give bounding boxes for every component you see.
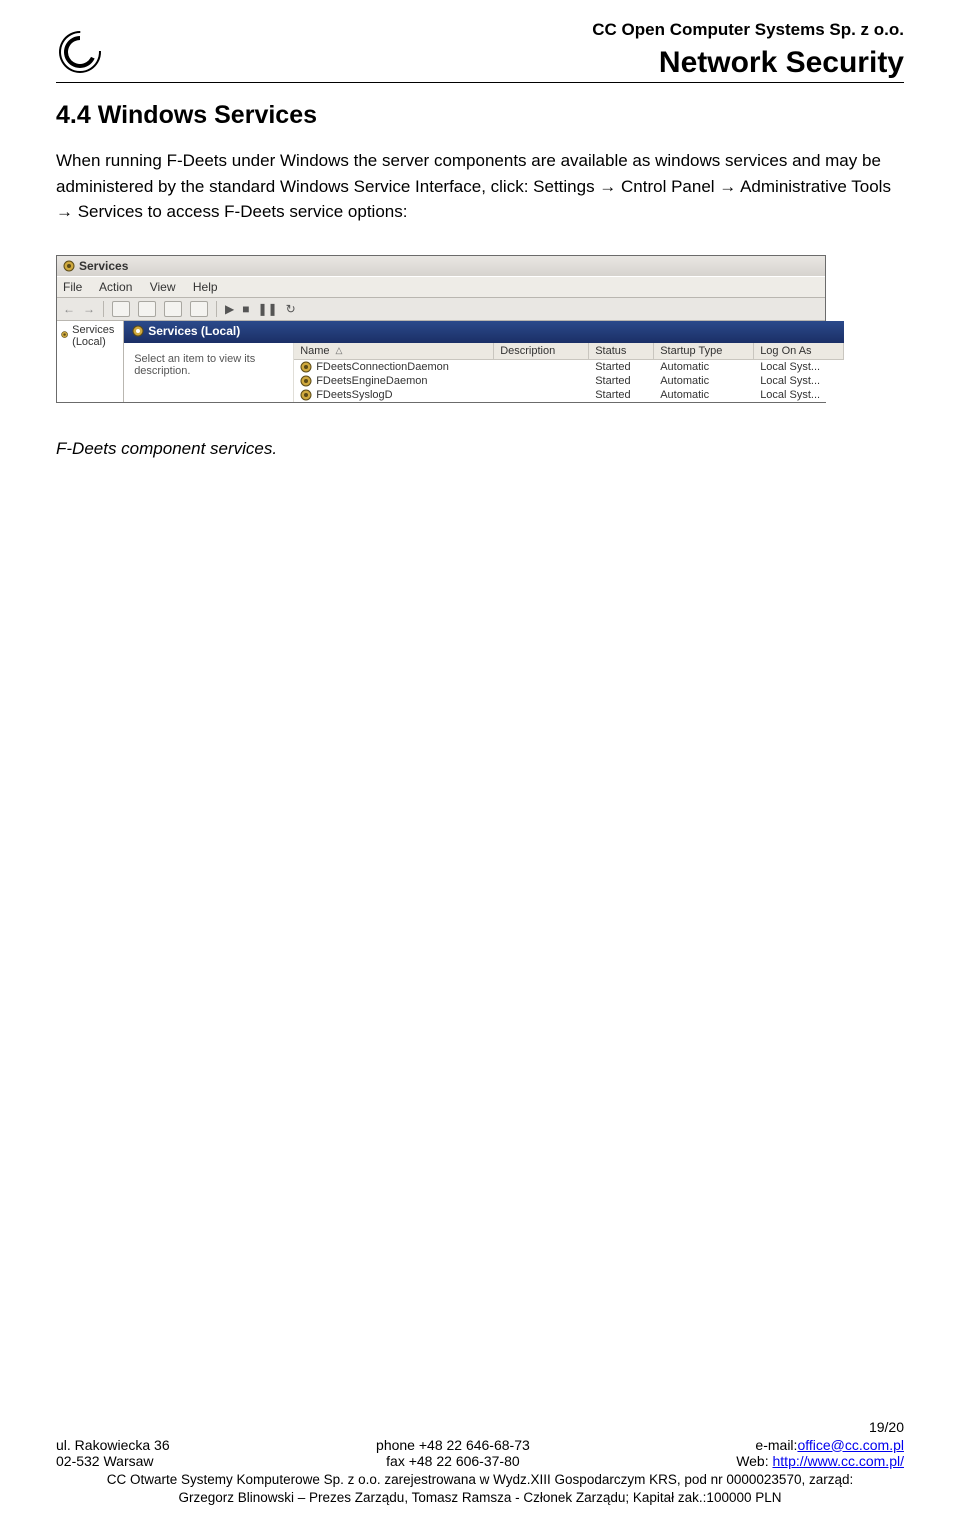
- window-titlebar: Services: [57, 256, 825, 277]
- service-description: [494, 360, 589, 374]
- gear-icon: [132, 325, 144, 337]
- toolbar-stop-icon[interactable]: ■: [242, 302, 249, 316]
- gear-icon: [300, 389, 312, 401]
- footer-email: e-mail:office@cc.com.pl: [736, 1437, 904, 1453]
- toolbar-pause-icon[interactable]: ❚❚: [257, 302, 277, 316]
- gear-icon: [300, 361, 312, 373]
- service-logon: Local Syst...: [754, 374, 844, 388]
- col-description[interactable]: Description: [494, 343, 589, 359]
- service-startup: Automatic: [654, 374, 754, 388]
- section-heading: 4.4 Windows Services: [56, 101, 904, 130]
- pane-body: Select an item to view its description. …: [124, 343, 844, 402]
- services-icon: [63, 260, 75, 272]
- gear-icon: [61, 330, 68, 342]
- toolbar-separator: [103, 301, 104, 317]
- service-startup: Automatic: [654, 360, 754, 374]
- table-header: Name△ Description Status Startup Type Lo…: [294, 343, 844, 360]
- table-row[interactable]: FDeetsEngineDaemon StartedAutomaticLocal …: [294, 374, 844, 388]
- doc-title: Network Security: [104, 46, 904, 80]
- service-logon: Local Syst...: [754, 388, 844, 402]
- col-startup[interactable]: Startup Type: [654, 343, 754, 359]
- pane-title-text: Services (Local): [148, 324, 240, 338]
- footer-legal: CC Otwarte Systemy Komputerowe Sp. z o.o…: [56, 1471, 904, 1507]
- menu-action[interactable]: Action: [99, 280, 132, 294]
- nav-forward-icon[interactable]: →: [83, 302, 95, 316]
- toolbar-button-icon[interactable]: [112, 301, 130, 317]
- description-hint: Select an item to view its description.: [134, 353, 255, 377]
- toolbar-button-icon[interactable]: [190, 301, 208, 317]
- company-name: CC Open Computer Systems Sp. z o.o.: [104, 20, 904, 40]
- toolbar-button-icon[interactable]: [164, 301, 182, 317]
- right-pane: Services (Local) Select an item to view …: [124, 321, 844, 402]
- legal-line-1: CC Otwarte Systemy Komputerowe Sp. z o.o…: [56, 1471, 904, 1489]
- table-row[interactable]: FDeetsConnectionDaemon StartedAutomaticLo…: [294, 360, 844, 374]
- sort-asc-icon: △: [336, 345, 343, 356]
- service-name: FDeetsSyslogD: [316, 389, 392, 401]
- service-description: [494, 374, 589, 388]
- page-header: CC Open Computer Systems Sp. z o.o. Netw…: [56, 20, 904, 83]
- page-footer: 19/20 ul. Rakowiecka 36 02-532 Warsaw ph…: [56, 1419, 904, 1507]
- tree-pane: Services (Local): [57, 321, 124, 402]
- service-status: Started: [589, 374, 654, 388]
- toolbar: ← → ▶ ■ ❚❚ ↻: [57, 298, 825, 321]
- pane-title: Services (Local): [124, 321, 844, 343]
- menu-file[interactable]: File: [63, 280, 82, 294]
- embedded-screenshot: Services File Action View Help ← → ▶ ■ ❚…: [56, 255, 826, 403]
- window-body: Services (Local) Services (Local): [57, 321, 825, 402]
- tree-item[interactable]: Services (Local): [61, 324, 119, 348]
- service-startup: Automatic: [654, 388, 754, 402]
- menu-help[interactable]: Help: [193, 280, 218, 294]
- toolbar-play-icon[interactable]: ▶: [225, 302, 234, 316]
- col-logon[interactable]: Log On As: [754, 343, 844, 359]
- footer-fax: fax +48 22 606-37-80: [376, 1453, 530, 1469]
- services-window: Services File Action View Help ← → ▶ ■ ❚…: [56, 255, 826, 403]
- service-status: Started: [589, 360, 654, 374]
- toolbar-button-icon[interactable]: [138, 301, 156, 317]
- tree-item-label: Services (Local): [72, 324, 119, 348]
- gear-icon: [300, 375, 312, 387]
- footer-address1: ul. Rakowiecka 36: [56, 1437, 170, 1453]
- footer-phone: phone +48 22 646-68-73: [376, 1437, 530, 1453]
- services-table: Name△ Description Status Startup Type Lo…: [294, 343, 844, 402]
- page-number: 19/20: [56, 1419, 904, 1435]
- col-name[interactable]: Name△: [294, 343, 494, 359]
- footer-address2: 02-532 Warsaw: [56, 1453, 170, 1469]
- service-name: FDeetsEngineDaemon: [316, 375, 427, 387]
- footer-web: Web: http://www.cc.com.pl/: [736, 1453, 904, 1469]
- company-logo: [56, 28, 104, 76]
- service-logon: Local Syst...: [754, 360, 844, 374]
- section-body: When running F-Deets under Windows the s…: [56, 148, 904, 225]
- menubar: File Action View Help: [57, 277, 825, 298]
- col-status[interactable]: Status: [589, 343, 654, 359]
- legal-line-2: Grzegorz Blinowski – Prezes Zarządu, Tom…: [56, 1489, 904, 1507]
- toolbar-restart-icon[interactable]: ↻: [286, 302, 296, 316]
- web-link[interactable]: http://www.cc.com.pl/: [773, 1453, 904, 1469]
- description-pane: Select an item to view its description.: [124, 343, 294, 402]
- service-status: Started: [589, 388, 654, 402]
- service-name: FDeetsConnectionDaemon: [316, 361, 449, 373]
- email-link[interactable]: office@cc.com.pl: [797, 1437, 904, 1453]
- table-row[interactable]: FDeetsSyslogD StartedAutomaticLocal Syst.…: [294, 388, 844, 402]
- figure-caption: F-Deets component services.: [56, 439, 904, 459]
- window-title-text: Services: [79, 259, 128, 273]
- menu-view[interactable]: View: [150, 280, 176, 294]
- nav-back-icon[interactable]: ←: [63, 302, 75, 316]
- service-description: [494, 388, 589, 402]
- toolbar-separator: [216, 301, 217, 317]
